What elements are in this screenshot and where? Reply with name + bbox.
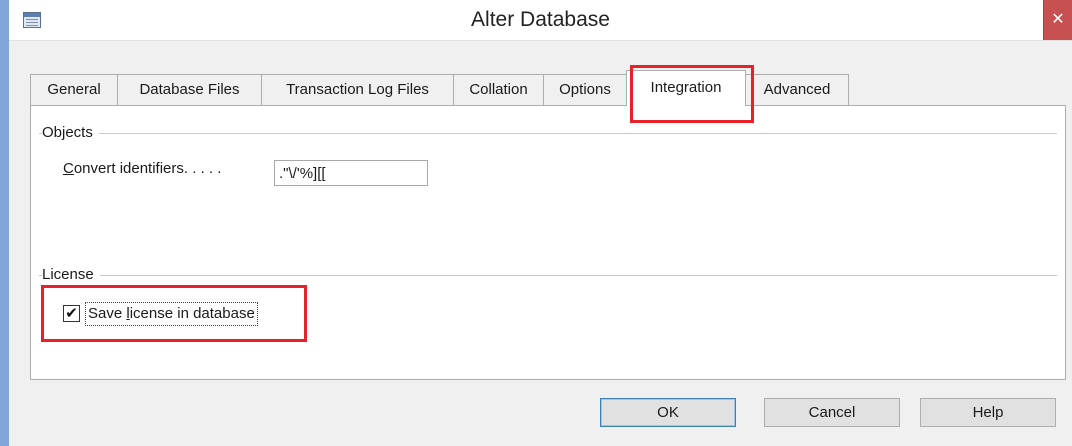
ok-button[interactable]: OK <box>600 398 736 427</box>
tab-transaction-log-files[interactable]: Transaction Log Files <box>261 74 454 105</box>
save-license-checkbox[interactable]: ✔ <box>63 305 80 322</box>
convert-identifiers-label: Convert identifiers. . . . . <box>63 160 221 177</box>
tab-general[interactable]: General <box>30 74 118 105</box>
tab-collation[interactable]: Collation <box>453 74 544 105</box>
convert-identifiers-input[interactable] <box>274 160 428 186</box>
cancel-button[interactable]: Cancel <box>764 398 900 427</box>
tab-advanced[interactable]: Advanced <box>745 74 849 105</box>
help-button[interactable]: Help <box>920 398 1056 427</box>
title-bar[interactable]: Alter Database <box>9 0 1072 41</box>
integration-panel: Objects Convert identifiers. . . . . Lic… <box>30 105 1066 380</box>
close-icon[interactable] <box>1043 0 1072 40</box>
convert-label-text: onvert identifiers. . . . . <box>73 160 222 177</box>
license-divider <box>39 275 1057 276</box>
objects-group-label: Objects <box>42 124 99 141</box>
window-frame-edge <box>0 0 9 446</box>
tab-integration[interactable]: Integration <box>626 70 746 106</box>
tab-database-files[interactable]: Database Files <box>117 74 262 105</box>
objects-divider <box>39 133 1057 134</box>
convert-accel-key: C <box>63 160 74 177</box>
save-label-post: icense in database <box>129 305 255 322</box>
alter-database-dialog: Alter Database General Database Files Tr… <box>9 0 1072 446</box>
window-title: Alter Database <box>471 8 610 31</box>
license-group-label: License <box>42 266 100 283</box>
save-label-pre: Save <box>88 305 127 322</box>
save-license-label[interactable]: Save license in database <box>85 302 258 326</box>
tab-options[interactable]: Options <box>543 74 627 105</box>
